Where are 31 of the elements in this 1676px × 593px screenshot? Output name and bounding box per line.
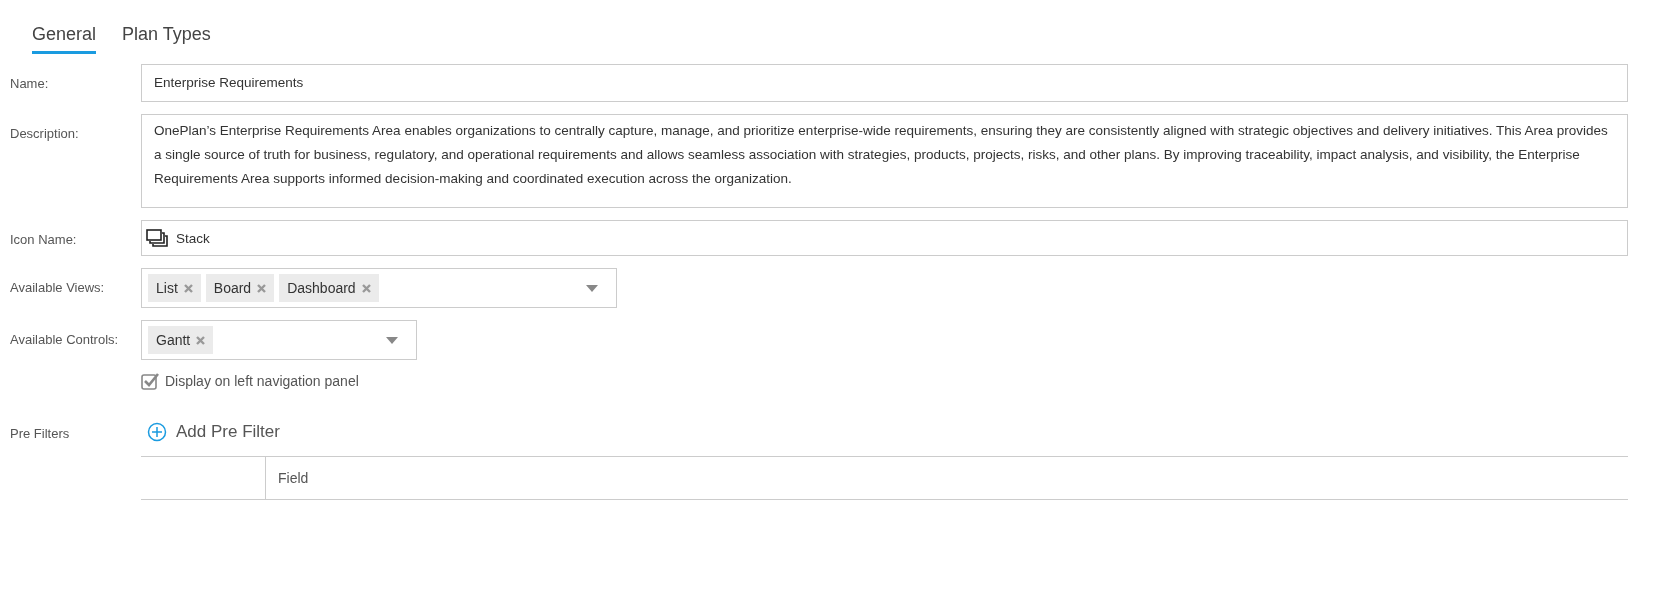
add-pre-filter-button[interactable]: Add Pre Filter <box>141 418 1628 456</box>
stack-icon <box>146 229 168 247</box>
description-field[interactable]: OnePlan’s Enterprise Requirements Area enables organizations to centrally capture, manage, and prioritize enterprise-wide requirements, ensuring they are consistently aligned with strategic objectives and delivery initiatives. This Area provides a single source of truth for business, regulatory, and operational requirements and allows seamless association with strategies, products, projects, risks, and other plans. By improving traceability, impact analysis, and visibility, the Enterprise Requirements Area supports informed decision-making and coordinated execution across the organization. <box>141 114 1628 208</box>
field-label: Pre Filters <box>10 425 71 441</box>
tag-label: List <box>156 280 178 296</box>
field-label: Available Views: <box>10 279 106 295</box>
field-label: Name: <box>10 75 50 91</box>
caret-icon[interactable] <box>586 284 598 292</box>
tab[interactable]: Plan Types <box>122 22 211 54</box>
column-header: Field <box>265 457 1628 499</box>
remove-icon[interactable] <box>361 283 371 293</box>
icon-name-field[interactable]: Stack <box>141 220 1628 256</box>
checkbox-label: Display on left navigation panel <box>165 373 359 389</box>
caret-icon[interactable] <box>386 336 398 344</box>
multi-select[interactable]: List Board Dashboard <box>141 268 617 308</box>
remove-icon[interactable] <box>183 283 193 293</box>
tab[interactable]: General <box>32 22 97 54</box>
checkbox[interactable] <box>141 372 161 390</box>
name-field[interactable]: Enterprise Requirements <box>141 64 1628 102</box>
field-label: Available Controls: <box>10 331 120 347</box>
field-label: Icon Name: <box>10 231 78 247</box>
tag-label: Board <box>213 280 252 296</box>
tag-label: Gantt <box>156 332 191 348</box>
plus-circle-icon <box>147 422 167 442</box>
field-label: Description: <box>10 125 80 141</box>
tag-label: Dashboard <box>287 280 356 296</box>
multi-select[interactable]: Gantt <box>141 320 417 360</box>
remove-icon[interactable] <box>257 283 267 293</box>
icon-name-value: Stack <box>176 230 210 246</box>
checkbox-row[interactable]: Display on left navigation panel <box>141 372 359 390</box>
remove-icon[interactable] <box>196 335 206 345</box>
